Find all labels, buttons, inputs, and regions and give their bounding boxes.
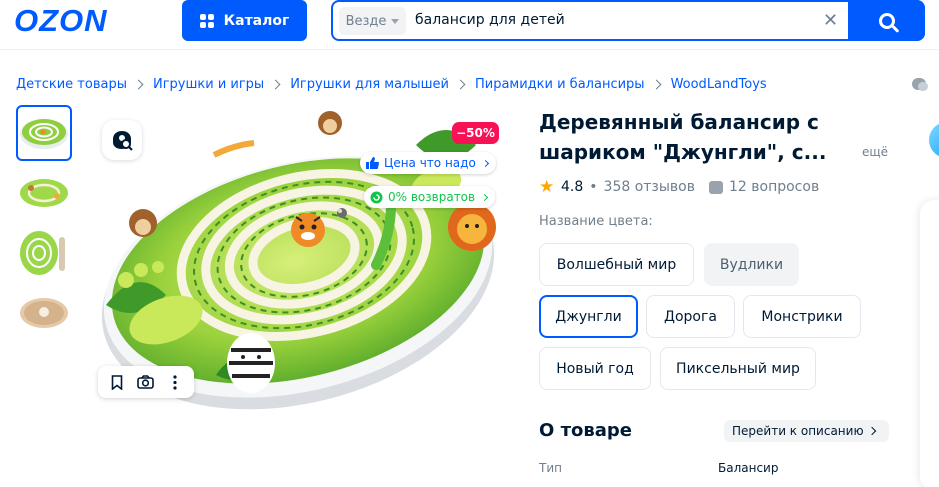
color-label: Название цвета: xyxy=(539,214,653,229)
image-tools xyxy=(98,366,194,398)
search-scope-select[interactable]: Везде xyxy=(339,7,406,35)
about-section-title: О товаре xyxy=(539,420,632,441)
catalog-label: Каталог xyxy=(223,12,290,29)
chevron-right-icon xyxy=(481,159,489,167)
balance-board-thumb-icon xyxy=(20,179,68,207)
search-icon xyxy=(878,12,895,29)
color-option[interactable]: Пиксельный мир xyxy=(660,347,816,390)
gallery-thumbnail[interactable] xyxy=(16,225,72,281)
chevron-right-icon xyxy=(133,79,144,90)
balance-board-thumb-icon xyxy=(20,298,68,328)
price-pill[interactable]: Цена что надо xyxy=(360,152,496,174)
chat-icon[interactable] xyxy=(912,78,928,91)
balance-board-thumb-icon xyxy=(20,231,65,275)
breadcrumb-item[interactable]: WoodLandToys xyxy=(671,77,767,92)
chevron-right-icon xyxy=(867,426,876,436)
chevron-right-icon xyxy=(651,79,662,90)
returns-pill[interactable]: 0% возвратов xyxy=(364,186,496,208)
color-option[interactable]: Монстрики xyxy=(743,295,861,338)
attribute-value: Балансир xyxy=(718,461,779,475)
price-pill-label: Цена что надо xyxy=(384,156,476,170)
go-to-description-label: Перейти к описанию xyxy=(732,424,864,438)
catalog-button[interactable]: Каталог xyxy=(182,0,307,41)
search-input[interactable] xyxy=(415,12,815,28)
search-scope-label: Везде xyxy=(345,13,387,29)
thumbs-up-icon xyxy=(366,157,379,169)
gallery-thumbnail[interactable] xyxy=(16,105,72,161)
color-option[interactable]: Волшебный мир xyxy=(539,243,694,286)
color-option[interactable]: Вудлики xyxy=(704,243,799,286)
rating-value: 4.8 xyxy=(561,179,584,195)
return-icon xyxy=(370,191,383,203)
camera-icon[interactable] xyxy=(134,370,158,394)
go-to-description-button[interactable]: Перейти к описанию xyxy=(724,420,889,442)
attribute-key: Тип xyxy=(539,461,562,475)
chevron-right-icon xyxy=(455,79,466,90)
bookmark-icon[interactable] xyxy=(105,370,129,394)
returns-pill-label: 0% возвратов xyxy=(388,190,476,204)
gallery-thumbnail[interactable] xyxy=(16,285,72,341)
chevron-right-icon xyxy=(481,193,489,201)
search-bar: Везде ✕ xyxy=(331,0,925,41)
star-icon: ★ xyxy=(539,177,555,197)
dot-separator: • xyxy=(589,179,598,195)
title-more-link[interactable]: ещё xyxy=(862,145,888,159)
search-button[interactable] xyxy=(848,0,925,41)
breadcrumb-item[interactable]: Игрушки для малышей xyxy=(290,77,449,92)
gallery-thumbnail[interactable] xyxy=(16,165,72,221)
lens-icon xyxy=(113,131,133,151)
color-option[interactable]: Новый год xyxy=(539,347,651,390)
purchase-side-panel xyxy=(920,200,939,487)
questions-link[interactable]: 12 вопросов xyxy=(729,179,819,195)
image-search-button[interactable] xyxy=(102,120,142,160)
balance-board-thumb-icon xyxy=(20,119,68,149)
more-icon[interactable] xyxy=(163,370,187,394)
discount-badge: −50% xyxy=(452,122,499,144)
chevron-down-icon xyxy=(391,18,400,24)
site-header: OZON Каталог Везде ✕ xyxy=(0,0,939,50)
ozon-logo[interactable]: OZON xyxy=(14,3,108,39)
color-option[interactable]: Джунгли xyxy=(539,295,638,338)
chevron-right-icon xyxy=(270,79,281,90)
side-promo-icon[interactable] xyxy=(929,122,939,158)
breadcrumb: Детские товары Игрушки и игры Игрушки дл… xyxy=(16,77,767,92)
breadcrumb-item[interactable]: Пирамидки и балансиры xyxy=(475,77,645,92)
grid-icon xyxy=(199,13,214,28)
breadcrumb-item[interactable]: Детские товары xyxy=(16,77,127,92)
question-icon xyxy=(709,180,723,194)
product-title: Деревянный балансир с шариком "Джунгли",… xyxy=(539,110,827,164)
close-icon[interactable]: ✕ xyxy=(823,10,838,31)
color-option[interactable]: Дорога xyxy=(646,295,735,338)
rating-row: ★ 4.8 • 358 отзывов 12 вопросов xyxy=(539,177,819,197)
breadcrumb-item[interactable]: Игрушки и игры xyxy=(153,77,264,92)
reviews-link[interactable]: 358 отзывов xyxy=(604,179,695,195)
